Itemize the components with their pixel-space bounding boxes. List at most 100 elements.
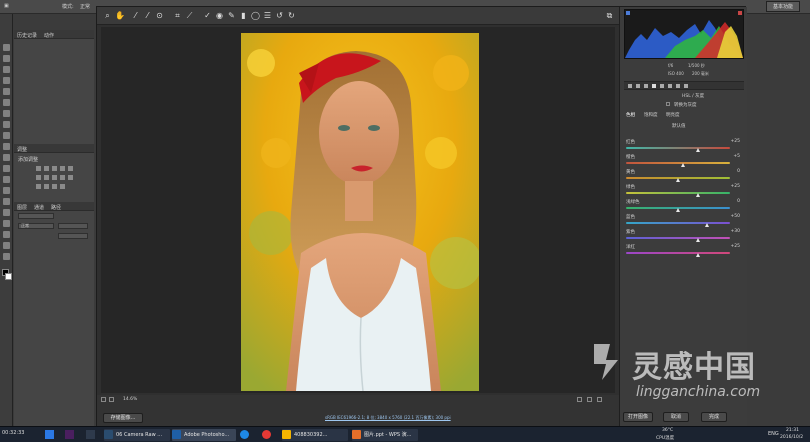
- image-preview-area[interactable]: [101, 27, 615, 393]
- blur-tool-icon[interactable]: [3, 176, 10, 183]
- pen-tool-icon[interactable]: [3, 198, 10, 205]
- exposure-icon[interactable]: [60, 166, 65, 171]
- mode-select[interactable]: 正常: [80, 3, 90, 10]
- grayscale-checkbox[interactable]: [666, 102, 670, 106]
- zoom-in-icon[interactable]: [109, 397, 114, 402]
- zoom-icon[interactable]: ⌕: [103, 11, 112, 20]
- slider-thumb[interactable]: [680, 163, 685, 167]
- slider-value[interactable]: +25: [731, 184, 741, 189]
- channel-mixer-icon[interactable]: [68, 175, 73, 180]
- camera-calibration-icon[interactable]: [684, 84, 688, 88]
- defaults-link[interactable]: 默认值: [672, 123, 686, 129]
- slider-track[interactable]: [626, 237, 730, 239]
- shadow-clip-warning-icon[interactable]: [626, 11, 630, 15]
- slider-track[interactable]: [626, 147, 730, 149]
- tone-curve-icon[interactable]: [636, 84, 640, 88]
- blend-mode-select[interactable]: 正常: [18, 223, 54, 229]
- black-white-icon[interactable]: [52, 175, 57, 180]
- slider-value[interactable]: 0: [737, 169, 740, 174]
- slider-track[interactable]: [626, 252, 730, 254]
- healing-tool-icon[interactable]: [3, 110, 10, 117]
- basic-panel-icon[interactable]: [628, 84, 632, 88]
- workflow-options-link[interactable]: sRGB IEC61966-2.1; 8 位; 3840 x 5760 (22.…: [325, 415, 451, 421]
- crop-icon[interactable]: ⌗: [173, 11, 182, 20]
- rotate-right-icon[interactable]: ↻: [287, 11, 296, 20]
- hue-saturation-icon[interactable]: [36, 175, 41, 180]
- language-indicator[interactable]: ENG: [768, 431, 779, 437]
- slider-thumb[interactable]: [704, 223, 709, 227]
- rotate-left-icon[interactable]: ↺: [275, 11, 284, 20]
- lasso-tool-icon[interactable]: [3, 66, 10, 73]
- slider-value[interactable]: 0: [737, 199, 740, 204]
- adjustment-brush-icon[interactable]: ✎: [227, 11, 236, 20]
- eyedropper-tool-icon[interactable]: [3, 99, 10, 106]
- gradient-map-icon[interactable]: [60, 184, 65, 189]
- red-eye-icon[interactable]: ◉: [215, 11, 224, 20]
- tab-luminance[interactable]: 明亮度: [666, 112, 680, 118]
- slider-thumb[interactable]: [696, 238, 701, 242]
- slider-track[interactable]: [626, 192, 730, 194]
- hand-tool-icon[interactable]: [3, 242, 10, 249]
- slider-thumb[interactable]: [675, 208, 680, 212]
- workspace-button[interactable]: 基本功能: [766, 1, 800, 12]
- slider-thumb[interactable]: [696, 193, 701, 197]
- browser-icon[interactable]: [240, 430, 249, 439]
- white-balance-icon[interactable]: ⁄: [131, 11, 140, 20]
- before-after-icon[interactable]: [577, 397, 582, 402]
- radial-filter-icon[interactable]: ◯: [251, 11, 260, 20]
- slider-value[interactable]: +50: [731, 214, 741, 219]
- slider-thumb[interactable]: [675, 178, 680, 182]
- preferences-icon[interactable]: ☰: [263, 11, 272, 20]
- move-tool-icon[interactable]: [3, 44, 10, 51]
- fullscreen-icon[interactable]: ⧉: [605, 11, 614, 20]
- slider-thumb[interactable]: [696, 148, 701, 152]
- highlight-clip-warning-icon[interactable]: [738, 11, 742, 15]
- lens-icon[interactable]: [668, 84, 672, 88]
- slider-value[interactable]: +30: [731, 229, 741, 234]
- color-sampler-icon[interactable]: ⁄: [143, 11, 152, 20]
- type-tool-icon[interactable]: [3, 209, 10, 216]
- ps-logo-icon[interactable]: ▣: [4, 3, 9, 9]
- dodge-tool-icon[interactable]: [3, 187, 10, 194]
- crop-tool-icon[interactable]: [3, 88, 10, 95]
- background-color-swatch[interactable]: [5, 273, 12, 280]
- photo-filter-icon[interactable]: [60, 175, 65, 180]
- levels-icon[interactable]: [44, 166, 49, 171]
- netease-icon[interactable]: [262, 430, 271, 439]
- detail-icon[interactable]: [644, 84, 648, 88]
- invert-icon[interactable]: [36, 184, 41, 189]
- targeted-adjust-icon[interactable]: ⊙: [155, 11, 164, 20]
- brush-tool-icon[interactable]: [3, 121, 10, 128]
- lightroom-icon[interactable]: [86, 430, 95, 439]
- path-select-tool-icon[interactable]: [3, 220, 10, 227]
- layer-kind-filter[interactable]: [18, 213, 54, 219]
- taskbar-qq[interactable]: 408830392...: [282, 429, 348, 441]
- explorer-icon[interactable]: [45, 430, 54, 439]
- zoom-tool-icon[interactable]: [3, 253, 10, 260]
- effects-icon[interactable]: [676, 84, 680, 88]
- quick-select-tool-icon[interactable]: [3, 77, 10, 84]
- spot-removal-icon[interactable]: ✓: [203, 11, 212, 20]
- vibrance-icon[interactable]: [68, 166, 73, 171]
- tab-saturation[interactable]: 饱和度: [644, 112, 658, 118]
- tab-hue[interactable]: 色相: [626, 112, 635, 118]
- clock-time[interactable]: 21:31: [786, 428, 799, 433]
- shape-tool-icon[interactable]: [3, 231, 10, 238]
- taskbar-photoshop[interactable]: Adobe Photosho...: [172, 429, 236, 441]
- clone-tool-icon[interactable]: [3, 132, 10, 139]
- slider-value[interactable]: +25: [731, 244, 741, 249]
- tab-paths[interactable]: 路径: [51, 204, 61, 211]
- slider-track[interactable]: [626, 162, 730, 164]
- taskbar-camera-raw[interactable]: 06 Camera Raw ...: [104, 429, 170, 441]
- opacity-field[interactable]: [58, 223, 88, 229]
- slider-value[interactable]: +25: [731, 139, 741, 144]
- zoom-level[interactable]: 14.6%: [123, 397, 137, 402]
- fill-field[interactable]: [58, 233, 88, 239]
- marquee-tool-icon[interactable]: [3, 55, 10, 62]
- hand-icon[interactable]: ✋: [115, 11, 125, 20]
- tab-history[interactable]: 历史记录: [17, 32, 37, 39]
- clock-date[interactable]: 2016/10/2: [780, 435, 803, 440]
- save-image-button[interactable]: 存储图像...: [103, 413, 143, 423]
- straighten-icon[interactable]: ⟋: [185, 11, 194, 20]
- tab-channels[interactable]: 通道: [34, 204, 44, 211]
